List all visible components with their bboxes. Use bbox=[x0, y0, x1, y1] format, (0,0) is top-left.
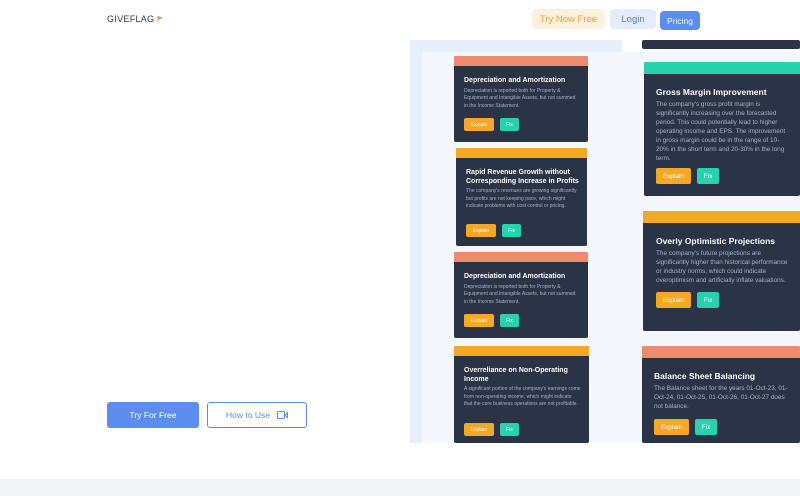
flag-card: Depreciation and Amortization Depreciati… bbox=[454, 56, 588, 142]
explain-button[interactable]: Explain bbox=[466, 224, 496, 237]
explain-button[interactable]: Explain bbox=[656, 292, 691, 308]
card-status-bar bbox=[456, 148, 587, 158]
flag-card: Overly Optimistic Projections The compan… bbox=[643, 211, 800, 331]
card-description: The company's gross profit margin is sig… bbox=[656, 101, 786, 162]
explain-button[interactable]: Explain bbox=[464, 118, 494, 131]
card-title: Depreciation and Amortization bbox=[464, 77, 566, 84]
card-title: Overly Optimistic Projections bbox=[656, 236, 776, 246]
card-status-bar bbox=[454, 56, 588, 66]
login-button[interactable]: Login bbox=[610, 9, 656, 29]
flag-card-stub bbox=[642, 40, 800, 49]
card-description: The company's future projections are sig… bbox=[656, 250, 788, 284]
how-to-use-button[interactable]: How to Use bbox=[207, 402, 307, 428]
card-title: Depreciation and Amortization bbox=[464, 273, 566, 280]
logo[interactable]: GIVEFLAG bbox=[107, 14, 164, 24]
card-status-bar bbox=[643, 211, 800, 223]
explain-button[interactable]: Explain bbox=[656, 168, 691, 184]
card-description: The company's revenues are growing signi… bbox=[466, 188, 577, 210]
fix-button[interactable]: Fix bbox=[697, 292, 719, 308]
fix-button[interactable]: Fix bbox=[697, 168, 719, 184]
fix-button[interactable]: Fix bbox=[500, 423, 519, 436]
card-status-bar bbox=[454, 252, 588, 262]
video-icon bbox=[276, 411, 288, 419]
fix-button[interactable]: Fix bbox=[695, 419, 717, 435]
card-title: Gross Margin Improvement bbox=[656, 87, 767, 97]
flag-card: Overreliance on Non-Operating Income A s… bbox=[454, 346, 589, 443]
explain-button[interactable]: Explain bbox=[464, 423, 494, 436]
explain-button[interactable]: Explain bbox=[464, 314, 494, 327]
card-description: The Balance sheet for the years 01-Oct-2… bbox=[654, 385, 788, 410]
flag-icon bbox=[157, 15, 164, 23]
flag-card: Balance Sheet Balancing The Balance shee… bbox=[642, 346, 800, 443]
try-for-free-button[interactable]: Try For Free bbox=[107, 402, 199, 428]
fix-button[interactable]: Fix bbox=[502, 224, 521, 237]
how-to-use-label: How to Use bbox=[226, 410, 270, 420]
card-description: Depreciation is reported both for Proper… bbox=[464, 283, 576, 305]
card-title: Overreliance on Non-Operating Income bbox=[464, 367, 568, 383]
logo-text: GIVEFLAG bbox=[107, 14, 155, 24]
showcase-panel: Depreciation and Amortization Depreciati… bbox=[410, 40, 800, 443]
try-now-free-button[interactable]: Try Now Free bbox=[532, 9, 605, 29]
fix-button[interactable]: Fix bbox=[500, 314, 519, 327]
card-status-bar bbox=[644, 62, 800, 74]
fix-button[interactable]: Fix bbox=[500, 118, 519, 131]
flag-card: Depreciation and Amortization Depreciati… bbox=[454, 252, 588, 338]
card-description: Depreciation is reported both for Proper… bbox=[464, 87, 576, 109]
flag-card: Gross Margin Improvement The company's g… bbox=[644, 62, 800, 196]
card-title: Balance Sheet Balancing bbox=[654, 371, 756, 381]
pricing-button[interactable]: Pricing bbox=[660, 11, 700, 30]
card-title: Rapid Revenue Growth without Correspondi… bbox=[466, 169, 579, 185]
flag-card: Rapid Revenue Growth without Correspondi… bbox=[456, 148, 587, 246]
card-status-bar bbox=[642, 346, 800, 358]
card-status-bar bbox=[454, 346, 589, 356]
explain-button[interactable]: Explain bbox=[654, 419, 689, 435]
footer-band bbox=[0, 479, 800, 496]
card-description: A significant portion of the company's e… bbox=[464, 386, 581, 408]
